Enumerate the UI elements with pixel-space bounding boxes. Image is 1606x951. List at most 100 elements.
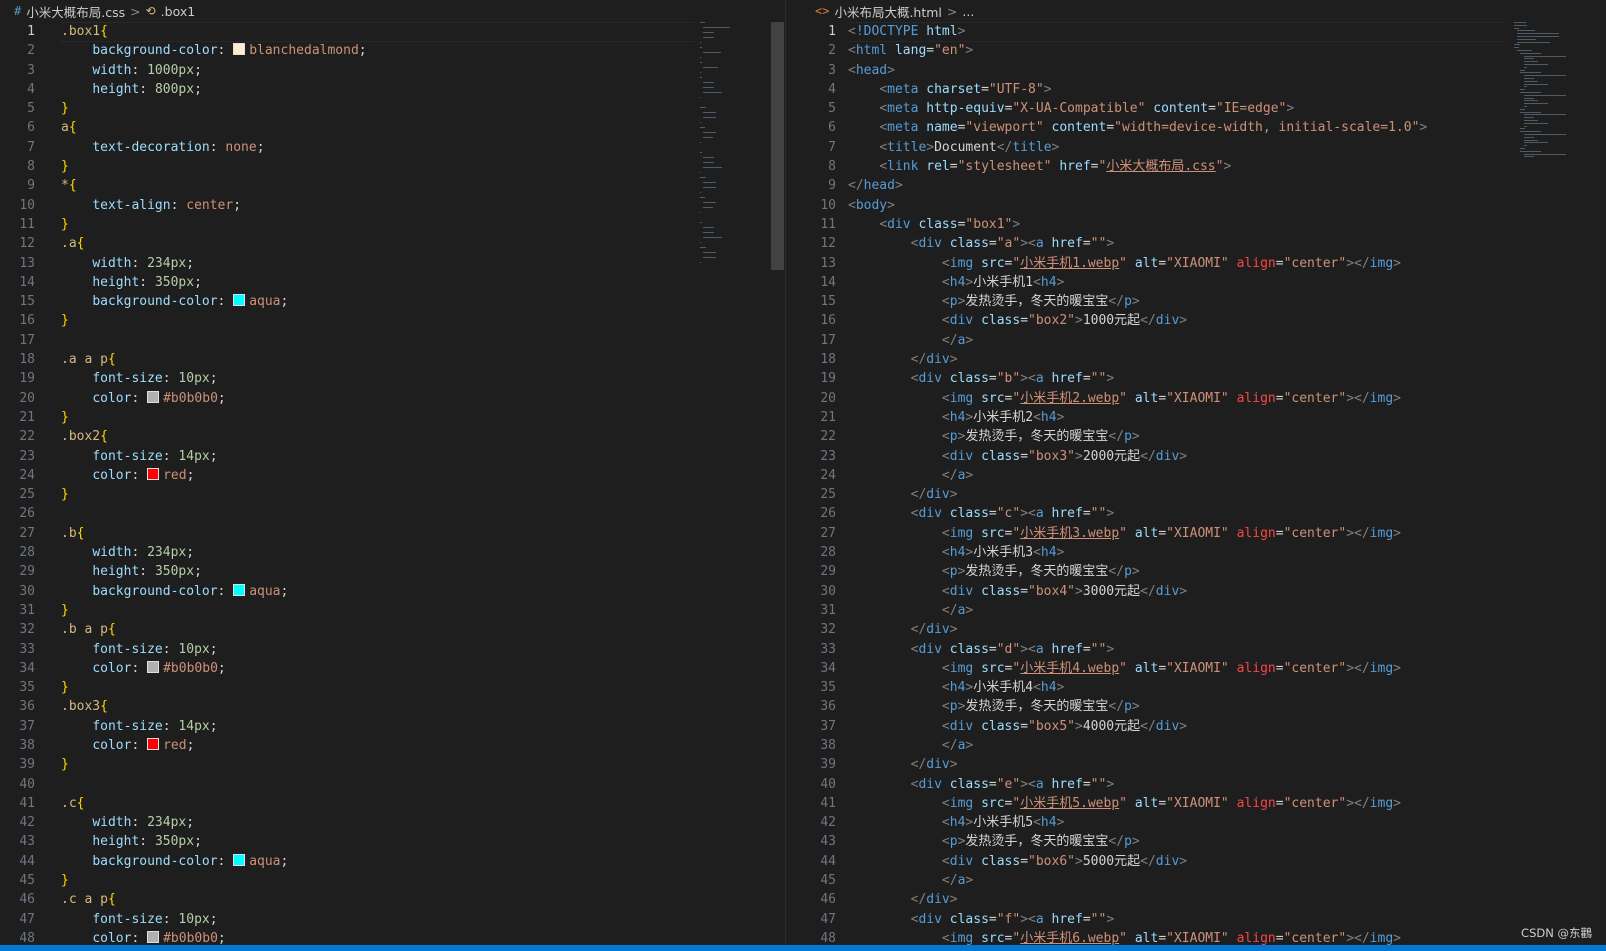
code-line[interactable]: 35 <h4>小米手机4<h4> (801, 678, 1606, 697)
code-line[interactable]: 30 <div class="box4">3000元起</div> (801, 582, 1606, 601)
code-line[interactable]: 33 <div class="d"><a href=""> (801, 640, 1606, 659)
code-line[interactable]: 6 <meta name="viewport" content="width=d… (801, 118, 1606, 137)
breadcrumb-file[interactable]: 小米大概布局.css (26, 2, 125, 21)
code-line[interactable]: 15 background-color: aqua; (0, 292, 785, 311)
code-line[interactable]: 12 .a{ (0, 234, 785, 253)
code-line[interactable]: 24 color: red; (0, 466, 785, 485)
code-line[interactable]: 43 <p>发热烫手，冬天的暖宝宝</p> (801, 832, 1606, 851)
code-line[interactable]: 7 text-decoration: none; (0, 138, 785, 157)
code-line[interactable]: 46 .c a p{ (0, 890, 785, 909)
code-line[interactable]: 45 </a> (801, 871, 1606, 890)
code-line[interactable]: 14 height: 350px; (0, 273, 785, 292)
code-line[interactable]: 2 background-color: blanchedalmond; (0, 41, 785, 60)
color-swatch-icon[interactable] (147, 737, 160, 750)
code-line[interactable]: 25 </div> (801, 485, 1606, 504)
color-swatch-icon[interactable] (233, 583, 246, 596)
code-line[interactable]: 38 </a> (801, 736, 1606, 755)
code-line[interactable]: 31 </a> (801, 601, 1606, 620)
code-line[interactable]: 37 font-size: 14px; (0, 717, 785, 736)
breadcrumb-symbol[interactable]: ... (962, 4, 974, 19)
code-line[interactable]: 20 color: #b0b0b0; (0, 389, 785, 408)
code-line[interactable]: 29 height: 350px; (0, 562, 785, 581)
breadcrumb-symbol[interactable]: .box1 (161, 4, 196, 19)
code-line[interactable]: 4 <meta charset="UTF-8"> (801, 80, 1606, 99)
code-line[interactable]: 15 <p>发热烫手，冬天的暖宝宝</p> (801, 292, 1606, 311)
code-line[interactable]: 17 </a> (801, 331, 1606, 350)
color-swatch-icon[interactable] (233, 853, 246, 866)
code-line[interactable]: 11 <div class="box1"> (801, 215, 1606, 234)
code-line[interactable]: 36 .box3{ (0, 697, 785, 716)
code-line[interactable]: 28 width: 234px; (0, 543, 785, 562)
code-line[interactable]: 5} (0, 99, 785, 118)
code-line[interactable]: 45} (0, 871, 785, 890)
color-swatch-icon[interactable] (233, 294, 246, 307)
code-line[interactable]: 22 .box2{ (0, 427, 785, 446)
code-line[interactable]: 3 width: 1000px; (0, 61, 785, 80)
code-line[interactable]: 16 <div class="box2">1000元起</div> (801, 311, 1606, 330)
vertical-scrollbar[interactable] (771, 22, 784, 270)
code-line[interactable]: 36 <p>发热烫手，冬天的暖宝宝</p> (801, 697, 1606, 716)
code-line[interactable]: 19 font-size: 10px; (0, 369, 785, 388)
code-line[interactable]: 31} (0, 601, 785, 620)
code-line[interactable]: 44 background-color: aqua; (0, 852, 785, 871)
code-line[interactable]: 22 <p>发热烫手，冬天的暖宝宝</p> (801, 427, 1606, 446)
color-swatch-icon[interactable] (233, 43, 246, 56)
code-line[interactable]: 48 <img src="小米手机6.webp" alt="XIAOMI" al… (801, 929, 1606, 945)
code-line[interactable]: 30 background-color: aqua; (0, 582, 785, 601)
code-line[interactable]: 18 .a a p{ (0, 350, 785, 369)
code-line[interactable]: 12 <div class="a"><a href=""> (801, 234, 1606, 253)
code-line[interactable]: 3 <head> (801, 61, 1606, 80)
code-line[interactable]: 1 <!DOCTYPE html> (801, 22, 1606, 41)
code-line[interactable]: 19 <div class="b"><a href=""> (801, 369, 1606, 388)
editor-split-divider[interactable] (785, 0, 802, 945)
code-line[interactable]: 8 <link rel="stylesheet" href="小米大概布局.cs… (801, 157, 1606, 176)
code-line[interactable]: 7 <title>Document</title> (801, 138, 1606, 157)
code-area[interactable]: 1 <!DOCTYPE html> 2 <html lang="en"> 3 <head>… (801, 22, 1606, 945)
html-editor-pane[interactable]: <> 小米布局大概.html > ... 1 <!DOCTYPE html> 2 <h… (801, 0, 1606, 945)
code-line[interactable]: 21} (0, 408, 785, 427)
code-line[interactable]: 34 color: #b0b0b0; (0, 659, 785, 678)
code-line[interactable]: 11} (0, 215, 785, 234)
code-line[interactable]: 24 </a> (801, 466, 1606, 485)
code-line[interactable]: 47 <div class="f"><a href=""> (801, 910, 1606, 929)
code-line[interactable]: 37 <div class="box5">4000元起</div> (801, 717, 1606, 736)
code-line[interactable]: 26 <div class="c"><a href=""> (801, 504, 1606, 523)
code-line[interactable]: 43 height: 350px; (0, 832, 785, 851)
color-swatch-icon[interactable] (147, 390, 160, 403)
code-line[interactable]: 9 </head> (801, 176, 1606, 195)
code-line[interactable]: 2 <html lang="en"> (801, 41, 1606, 60)
code-line[interactable]: 40 (0, 775, 785, 794)
code-line[interactable]: 39 </div> (801, 755, 1606, 774)
code-line[interactable]: 35} (0, 678, 785, 697)
code-line[interactable]: 48 color: #b0b0b0; (0, 929, 785, 945)
code-line[interactable]: 4 height: 800px; (0, 80, 785, 99)
code-line[interactable]: 42 <h4>小米手机5<h4> (801, 813, 1606, 832)
code-line[interactable]: 32 .b a p{ (0, 620, 785, 639)
color-swatch-icon[interactable] (147, 660, 160, 673)
code-line[interactable]: 29 <p>发热烫手，冬天的暖宝宝</p> (801, 562, 1606, 581)
code-line[interactable]: 21 <h4>小米手机2<h4> (801, 408, 1606, 427)
code-line[interactable]: 23 <div class="box3">2000元起</div> (801, 447, 1606, 466)
code-line[interactable]: 6 a{ (0, 118, 785, 137)
code-line[interactable]: 32 </div> (801, 620, 1606, 639)
code-line[interactable]: 9 *{ (0, 176, 785, 195)
code-line[interactable]: 28 <h4>小米手机3<h4> (801, 543, 1606, 562)
color-swatch-icon[interactable] (147, 930, 160, 943)
code-line[interactable]: 39} (0, 755, 785, 774)
code-line[interactable]: 41 <img src="小米手机5.webp" alt="XIAOMI" al… (801, 794, 1606, 813)
code-line[interactable]: 13 width: 234px; (0, 254, 785, 273)
code-line[interactable]: 27 <img src="小米手机3.webp" alt="XIAOMI" al… (801, 524, 1606, 543)
code-line[interactable]: 41 .c{ (0, 794, 785, 813)
code-line[interactable]: 8} (0, 157, 785, 176)
code-line[interactable]: 1 .box1{ (0, 22, 785, 41)
code-line[interactable]: 40 <div class="e"><a href=""> (801, 775, 1606, 794)
code-line[interactable]: 10 text-align: center; (0, 196, 785, 215)
code-line[interactable]: 44 <div class="box6">5000元起</div> (801, 852, 1606, 871)
code-line[interactable]: 14 <h4>小米手机1<h4> (801, 273, 1606, 292)
code-line[interactable]: 16} (0, 311, 785, 330)
code-line[interactable]: 27 .b{ (0, 524, 785, 543)
code-line[interactable]: 17 (0, 331, 785, 350)
minimap[interactable] (700, 22, 745, 282)
code-line[interactable]: 47 font-size: 10px; (0, 910, 785, 929)
color-swatch-icon[interactable] (147, 467, 160, 480)
